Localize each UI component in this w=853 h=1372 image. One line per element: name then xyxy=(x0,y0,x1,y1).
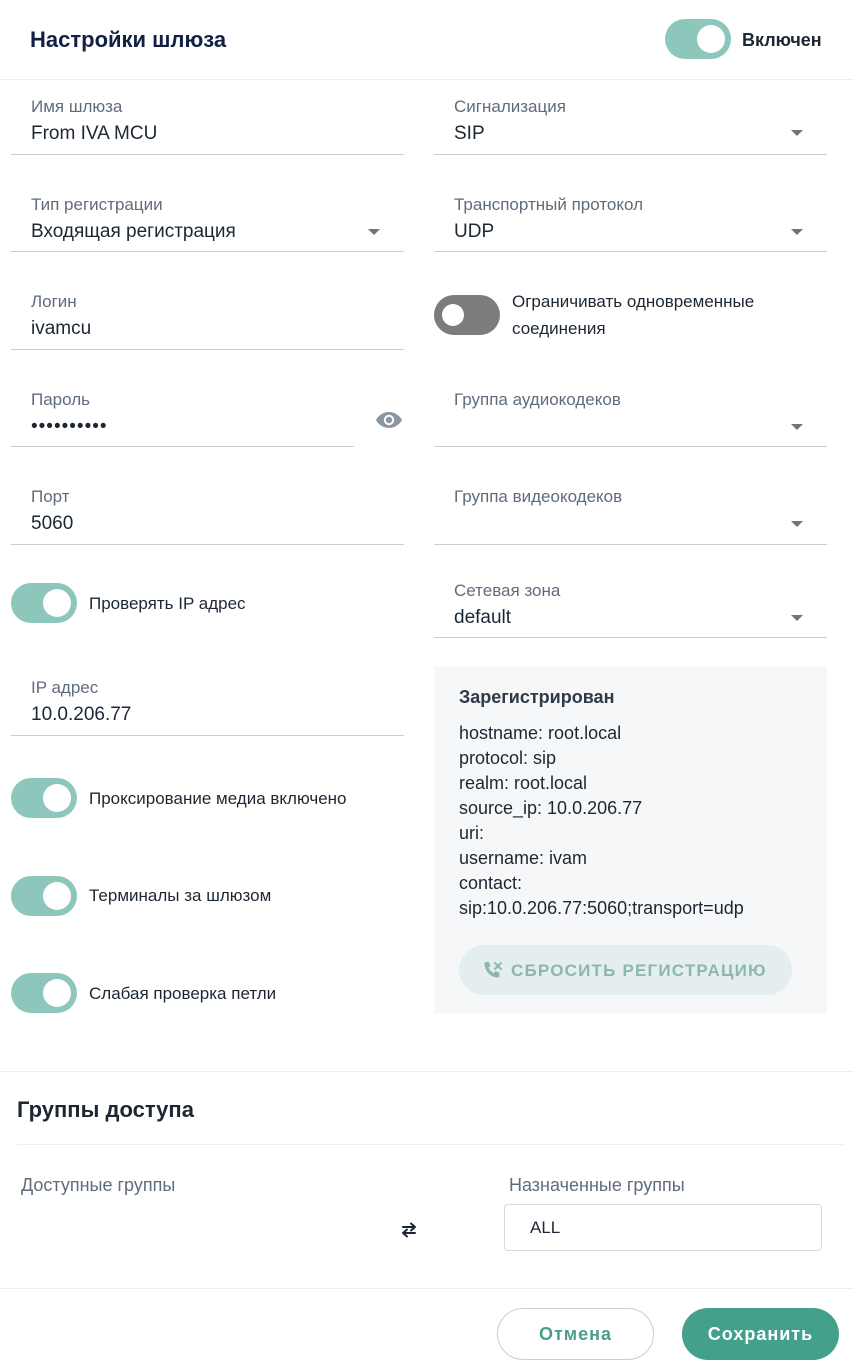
chevron-down-icon xyxy=(791,229,803,235)
login-label: Логин xyxy=(31,292,77,311)
terminals-behind-toggle[interactable] xyxy=(11,876,77,916)
network-zone-select[interactable]: Сетевая зона default xyxy=(434,581,827,638)
media-proxy-label: Проксирование медиа включено xyxy=(89,789,347,808)
registration-type-value: Входящая регистрация xyxy=(31,221,236,242)
network-zone-label: Сетевая зона xyxy=(454,581,561,600)
swap-arrows-icon[interactable] xyxy=(399,1222,419,1238)
gateway-enabled-toggle[interactable] xyxy=(665,19,731,59)
gateway-name-label: Имя шлюза xyxy=(31,97,123,116)
access-groups-title: Группы доступа xyxy=(17,1097,194,1122)
registration-line: realm: root.local xyxy=(459,773,588,793)
transport-value: UDP xyxy=(454,221,495,242)
registration-line: protocol: sip xyxy=(459,748,557,768)
login-value: ivamcu xyxy=(31,318,92,339)
phone-reset-icon xyxy=(484,962,502,978)
chevron-down-icon xyxy=(791,615,803,621)
signaling-label: Сигнализация xyxy=(454,97,566,116)
registration-line: source_ip: 10.0.206.77 xyxy=(459,798,643,818)
weak-loop-check-label: Слабая проверка петли xyxy=(89,984,277,1003)
port-value: 5060 xyxy=(31,513,74,534)
section-divider xyxy=(17,1144,843,1145)
gateway-name-field[interactable]: Имя шлюза From IVA MCU xyxy=(11,97,404,155)
registration-line: contact: xyxy=(459,873,523,893)
chevron-down-icon xyxy=(791,130,803,136)
audio-codecs-select[interactable]: Группа аудиокодеков xyxy=(434,390,827,447)
limit-connections-label: Ограничивать одновременные соединения xyxy=(512,292,755,338)
ip-address-label: IP адрес xyxy=(31,678,99,697)
check-ip-toggle[interactable] xyxy=(11,583,77,623)
login-field[interactable]: Логин ivamcu xyxy=(11,292,404,350)
transport-label: Транспортный протокол xyxy=(454,195,644,214)
port-field[interactable]: Порт 5060 xyxy=(11,487,404,545)
signaling-select[interactable]: Сигнализация SIP xyxy=(434,97,827,155)
registration-details: hostname: root.local protocol: sip realm… xyxy=(459,721,744,921)
terminals-behind-label: Терминалы за шлюзом xyxy=(89,886,272,905)
chevron-down-icon xyxy=(368,229,380,235)
section-divider xyxy=(0,1071,853,1072)
ip-address-value: 10.0.206.77 xyxy=(31,704,132,725)
registration-type-label: Тип регистрации xyxy=(31,195,163,214)
video-codecs-select[interactable]: Группа видеокодеков xyxy=(434,487,827,545)
video-codecs-label: Группа видеокодеков xyxy=(454,487,623,506)
footer-divider xyxy=(0,1288,853,1289)
password-value: •••••••••• xyxy=(31,416,108,437)
list-item[interactable]: ALL xyxy=(530,1218,560,1238)
transport-select[interactable]: Транспортный протокол UDP xyxy=(434,195,827,252)
password-label: Пароль xyxy=(31,390,90,409)
assigned-groups-label: Назначенные группы xyxy=(509,1175,685,1195)
chevron-down-icon xyxy=(791,521,803,527)
gateway-name-value: From IVA MCU xyxy=(31,123,158,144)
signaling-value: SIP xyxy=(454,123,485,144)
assigned-groups-list[interactable]: ALL xyxy=(504,1204,822,1251)
registration-line: username: ivam xyxy=(459,848,588,868)
registration-line: sip:10.0.206.77:5060;transport=udp xyxy=(459,898,744,918)
registration-type-select[interactable]: Тип регистрации Входящая регистрация xyxy=(11,195,404,252)
registration-line: uri: xyxy=(459,823,485,843)
weak-loop-check-toggle[interactable] xyxy=(11,973,77,1013)
cancel-button[interactable]: Отмена xyxy=(497,1308,654,1360)
registration-status: Зарегистрирован xyxy=(459,687,615,707)
header: Настройки шлюза Включен xyxy=(0,0,853,80)
chevron-down-icon xyxy=(791,424,803,430)
reset-registration-button[interactable]: СБРОСИТЬ РЕГИСТРАЦИЮ xyxy=(459,945,792,995)
ip-address-field[interactable]: IP адрес 10.0.206.77 xyxy=(11,678,404,736)
available-groups-label: Доступные группы xyxy=(21,1175,176,1195)
enabled-label: Включен xyxy=(742,30,822,50)
save-button[interactable]: Сохранить xyxy=(682,1308,839,1360)
registration-panel: Зарегистрирован hostname: root.local pro… xyxy=(434,666,827,1014)
reset-registration-label: СБРОСИТЬ РЕГИСТРАЦИЮ xyxy=(511,961,767,980)
media-proxy-toggle[interactable] xyxy=(11,778,77,818)
page-title: Настройки шлюза xyxy=(30,27,227,52)
audio-codecs-label: Группа аудиокодеков xyxy=(454,390,621,409)
password-field[interactable]: Пароль •••••••••• xyxy=(11,390,354,447)
registration-line: hostname: root.local xyxy=(459,723,622,743)
limit-connections-toggle[interactable] xyxy=(434,295,500,335)
port-label: Порт xyxy=(31,487,70,506)
check-ip-label: Проверять IP адрес xyxy=(89,594,246,613)
network-zone-value: default xyxy=(454,607,512,628)
gateway-settings-page: Настройки шлюза Включен Имя шлюза From I… xyxy=(0,0,853,1372)
eye-icon[interactable] xyxy=(375,409,403,431)
